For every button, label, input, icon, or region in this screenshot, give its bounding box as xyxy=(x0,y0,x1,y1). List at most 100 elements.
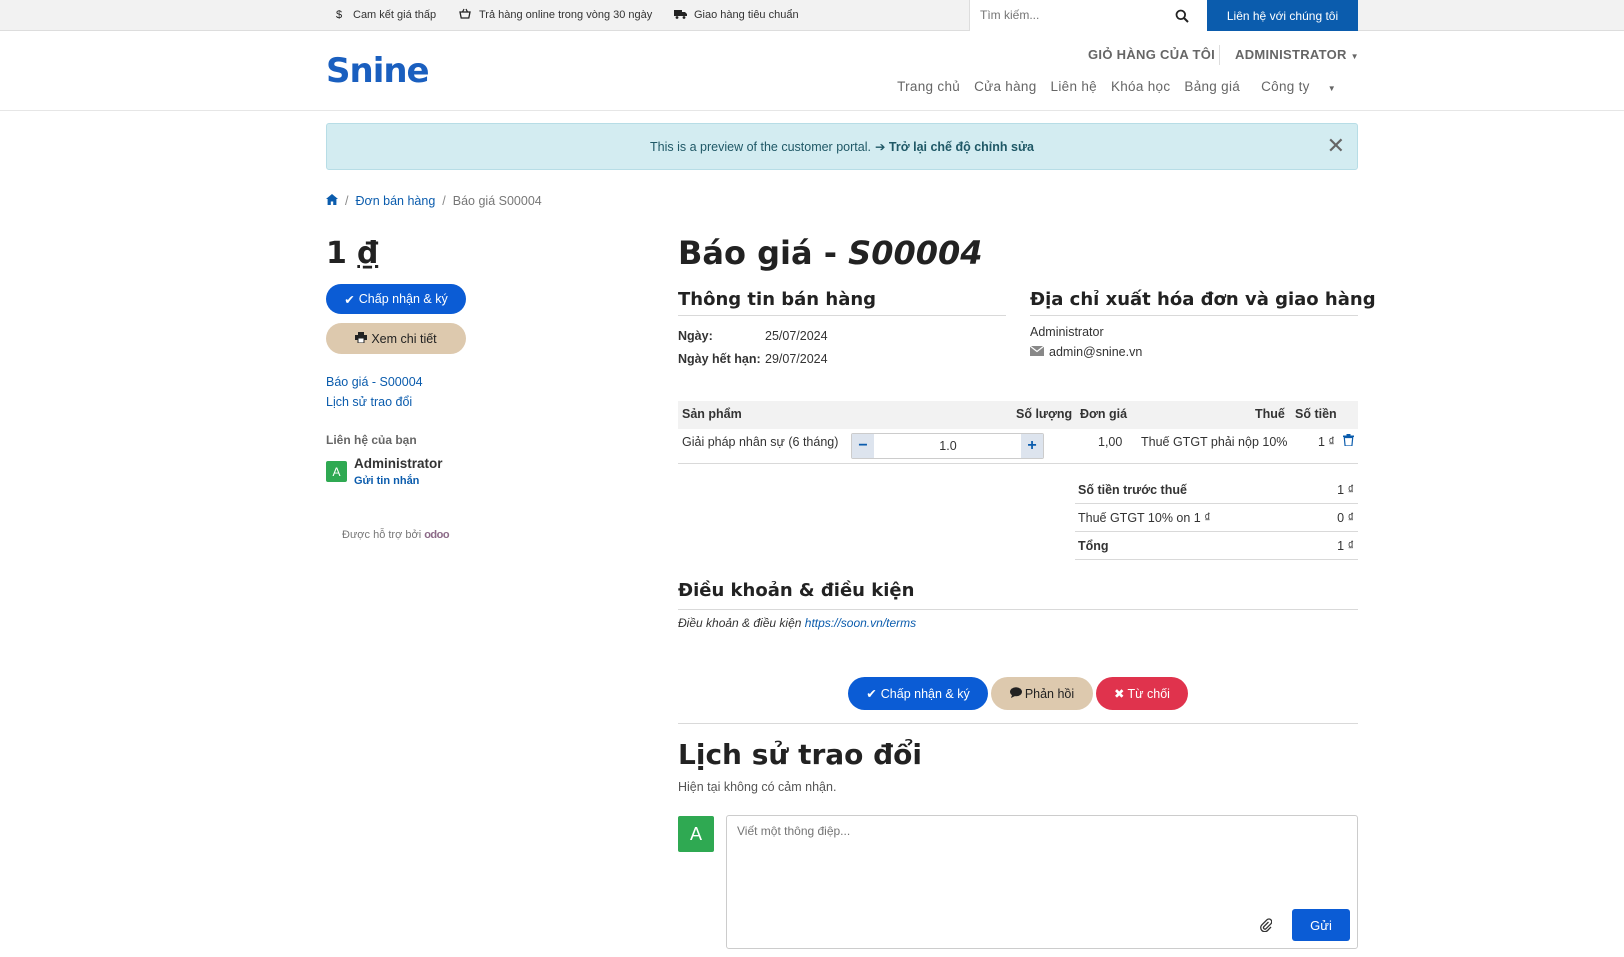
col-quantity: Số lượng xyxy=(1016,407,1073,421)
search-box xyxy=(969,0,1158,31)
no-feedback-text: Hiện tại không có cảm nhận. xyxy=(678,780,837,794)
minus-icon[interactable]: − xyxy=(852,434,874,458)
basket-icon xyxy=(457,8,473,22)
powered-by-label: Được hỗ trợ bởi xyxy=(342,529,422,541)
check-icon: ✔ xyxy=(866,687,877,701)
untaxed-label: Số tiền trước thuế xyxy=(1078,483,1187,497)
user-menu-label: ADMINISTRATOR xyxy=(1235,47,1347,62)
nav-home[interactable]: Trang chủ xyxy=(890,79,967,94)
divider xyxy=(678,315,1006,316)
expiry-value: 29/07/2024 xyxy=(765,352,828,366)
nav-shop[interactable]: Cửa hàng xyxy=(967,79,1043,94)
customer-email-text: admin@snine.vn xyxy=(1049,345,1143,359)
promo-low-price-label: Cam kết giá thấp xyxy=(353,9,437,21)
customer-name: Administrator xyxy=(1030,325,1104,339)
contact-name: Administrator xyxy=(354,456,443,471)
comment-icon xyxy=(1009,686,1022,701)
breadcrumb: / Đơn bán hàng / Báo giá S00004 xyxy=(326,194,542,208)
date-label: Ngày: xyxy=(678,329,713,343)
preview-alert-text: This is a preview of the customer portal… xyxy=(650,139,871,154)
envelope-icon xyxy=(1029,345,1045,359)
terms-text: Điều khoản & điều kiện https://soon.vn/t… xyxy=(678,616,916,630)
nav-contact[interactable]: Liên hệ xyxy=(1044,79,1104,94)
tax-label: Thuế GTGT 10% on 1 ₫ xyxy=(1078,511,1211,525)
address-title: Địa chỉ xuất hóa đơn và giao hàng xyxy=(1030,289,1376,310)
total-value: 1 ₫ xyxy=(1337,539,1354,553)
sidebar-total-currency: ₫ xyxy=(357,236,379,271)
print-icon xyxy=(355,331,368,346)
your-contact-title: Liên hệ của bạn xyxy=(326,433,417,447)
terms-link[interactable]: https://soon.vn/terms xyxy=(805,616,916,630)
line-unit-price: 1,00 xyxy=(1098,435,1123,449)
breadcrumb-separator: / xyxy=(345,194,349,208)
main-nav: Trang chủ Cửa hàng Liên hệ Khóa học Bảng… xyxy=(890,79,1350,94)
page-title-prefix: Báo giá - xyxy=(678,234,849,272)
paperclip-icon[interactable] xyxy=(1260,918,1273,935)
powered-by: Được hỗ trợ bởi odoo xyxy=(342,529,450,541)
nav-company-label: Công ty xyxy=(1261,79,1310,94)
divider xyxy=(678,463,1358,464)
preview-alert: This is a preview of the customer portal… xyxy=(326,123,1358,170)
avatar: A xyxy=(326,461,347,482)
breadcrumb-separator: / xyxy=(442,194,446,208)
history-title: Lịch sử trao đổi xyxy=(678,738,923,771)
sidebar-total-amount: 1 xyxy=(326,236,347,271)
view-details-button[interactable]: Xem chi tiết xyxy=(326,323,466,354)
site-logo[interactable]: Snine xyxy=(326,51,430,91)
col-amount: Số tiền xyxy=(1295,407,1337,421)
breadcrumb-orders[interactable]: Đơn bán hàng xyxy=(355,194,435,208)
search-input[interactable] xyxy=(970,0,1158,30)
check-icon: ✔ xyxy=(344,292,355,307)
nav-pricing[interactable]: Bảng giá xyxy=(1177,79,1247,94)
date-value: 25/07/2024 xyxy=(765,329,828,343)
top-bar: $ Cam kết giá thấp Trả hàng online trong… xyxy=(0,0,1624,31)
accept-sign-label: Chấp nhận & ký xyxy=(880,686,970,701)
page-title: Báo giá - S00004 xyxy=(678,234,983,272)
search-button[interactable] xyxy=(1157,0,1207,31)
sidebar-accept-sign-label: Chấp nhận & ký xyxy=(358,292,448,306)
nav-company[interactable]: Công ty ▼ xyxy=(1247,79,1350,94)
reject-label: Từ chối xyxy=(1127,686,1170,701)
feedback-button[interactable]: Phản hồi xyxy=(991,677,1093,710)
promo-low-price: $ Cam kết giá thấp xyxy=(331,0,436,30)
promo-shipping: Giao hàng tiêu chuẩn xyxy=(672,0,799,30)
my-cart-link[interactable]: GIỎ HÀNG CỦA TÔI xyxy=(1088,47,1215,62)
terms-title: Điều khoản & điều kiện xyxy=(678,580,915,601)
promo-shipping-label: Giao hàng tiêu chuẩn xyxy=(694,9,799,21)
message-input[interactable] xyxy=(727,816,1357,896)
view-details-label: Xem chi tiết xyxy=(371,331,437,346)
send-message-link[interactable]: Gửi tin nhắn xyxy=(354,475,419,487)
trash-icon[interactable] xyxy=(1343,434,1354,449)
close-icon[interactable]: ✕ xyxy=(1327,135,1345,157)
reject-button[interactable]: ✖ Từ chối xyxy=(1096,677,1188,710)
nav-courses[interactable]: Khóa học xyxy=(1104,79,1177,94)
user-menu[interactable]: ADMINISTRATOR ▼ xyxy=(1235,47,1359,62)
plus-icon[interactable]: + xyxy=(1021,434,1043,458)
back-to-edit-link[interactable]: ➔ Trở lại chế độ chỉnh sửa xyxy=(875,139,1034,154)
customer-email: admin@snine.vn xyxy=(1029,345,1143,359)
sales-info-title: Thông tin bán hàng xyxy=(678,289,877,310)
contact-us-button[interactable]: Liên hệ với chúng tôi xyxy=(1207,0,1358,31)
sidebar-link-history[interactable]: Lịch sử trao đổi xyxy=(326,395,412,409)
caret-down-icon: ▼ xyxy=(1350,52,1359,61)
accept-sign-button[interactable]: ✔ Chấp nhận & ký xyxy=(848,677,988,710)
divider xyxy=(1030,315,1358,316)
quantity-input[interactable] xyxy=(875,434,1021,458)
sidebar-accept-sign-button[interactable]: ✔ Chấp nhận & ký xyxy=(326,284,466,314)
caret-down-icon: ▼ xyxy=(1327,84,1336,93)
sidebar-total: 1 ₫ xyxy=(326,236,378,271)
line-product-link[interactable]: Giải pháp nhân sự (6 tháng) xyxy=(682,435,838,449)
odoo-logo[interactable]: odoo xyxy=(424,529,449,541)
divider xyxy=(1075,559,1358,560)
back-to-edit-label: Trở lại chế độ chỉnh sửa xyxy=(888,140,1034,154)
col-tax: Thuế xyxy=(1255,407,1285,421)
page-title-ref: S00004 xyxy=(848,234,983,272)
send-button[interactable]: Gửi xyxy=(1292,909,1350,941)
terms-text-label: Điều khoản & điều kiện xyxy=(678,616,802,630)
divider xyxy=(1075,503,1358,504)
total-label: Tổng xyxy=(1078,539,1109,553)
sidebar-link-quote[interactable]: Báo giá - S00004 xyxy=(326,375,423,389)
home-icon[interactable] xyxy=(326,194,338,208)
times-icon: ✖ xyxy=(1114,687,1125,701)
truck-icon xyxy=(672,9,688,22)
